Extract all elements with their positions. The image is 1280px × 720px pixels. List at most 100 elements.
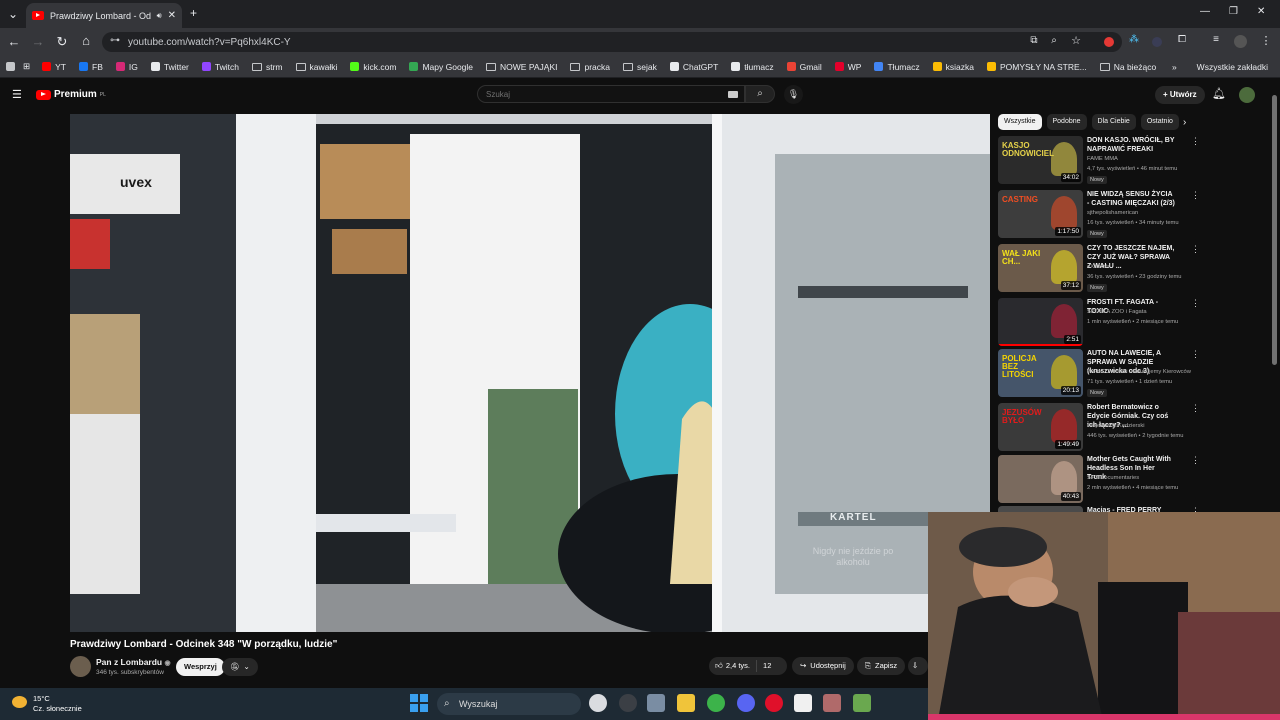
more-actions-icon[interactable]: ⋮ (1191, 244, 1200, 255)
video-thumbnail[interactable]: POLICJA BEZ LITOŚCI 20:13 (998, 349, 1083, 397)
extension-icon[interactable]: ⁂ (1124, 34, 1144, 45)
weather-widget[interactable]: 15°C Cz. słonecznie (33, 694, 82, 714)
app-taskbar-icon[interactable] (647, 694, 665, 712)
tab-active[interactable]: Prawdziwy Lombard - Odcinek 348 🔊︎ ✕ (26, 3, 182, 28)
reload-icon[interactable]: ↻ (52, 34, 72, 50)
more-actions-icon[interactable]: ⋮ (1191, 349, 1200, 360)
tab-search-icon[interactable]: ⌄ (8, 7, 18, 21)
chip-recent[interactable]: Ostatnio (1140, 114, 1179, 130)
video-thumbnail[interactable]: JEZUSÓW BYŁO 1:49:49 (998, 403, 1083, 451)
recommendation-item[interactable]: POLICJA BEZ LITOŚCI 20:13 AUTO NA LAWECIE,… (998, 349, 1200, 399)
channel-avatar[interactable] (70, 656, 91, 677)
chips-next-icon[interactable]: › (1183, 117, 1186, 128)
more-actions-icon[interactable]: ⋮ (1191, 298, 1200, 309)
more-actions-icon[interactable]: ⋮ (1191, 455, 1200, 466)
address-bar[interactable]: ⊶ youtube.com/watch?v=Pq6hxl4KC-Y (102, 32, 1122, 52)
back-icon[interactable]: ← (4, 34, 24, 49)
bookmark-item[interactable]: IG (115, 62, 138, 72)
photo-taskbar-icon[interactable] (823, 694, 841, 712)
close-window-icon[interactable]: ✕ (1257, 6, 1265, 17)
cast-icon[interactable]: ⧉ (1024, 35, 1044, 46)
more-actions-icon[interactable]: ⋮ (1191, 136, 1200, 147)
download-button[interactable]: ⇩ (908, 657, 928, 675)
chip-for-you[interactable]: Dla Ciebie (1091, 114, 1136, 130)
extension-record-icon[interactable] (1104, 37, 1114, 47)
support-button[interactable]: Wesprzyj (176, 658, 225, 676)
minimize-icon[interactable]: — (1200, 6, 1210, 17)
youtube-logo[interactable]: Premium PL (36, 89, 106, 100)
bookmark-item[interactable]: NOWE PAJĄKI (486, 62, 557, 72)
save-button[interactable]: ⎘ Zapisz (857, 657, 906, 675)
search-button[interactable]: ⌕ (745, 85, 775, 103)
sidebar-toggle-icon[interactable] (6, 62, 15, 71)
bookmark-item[interactable]: ksiazka (932, 62, 974, 72)
bookmark-item[interactable]: Mapy Google (409, 62, 473, 72)
bookmark-item[interactable]: sejak (623, 62, 657, 72)
channel-name[interactable]: Pan z Lombardu ◉ (96, 657, 171, 667)
file-explorer-taskbar-icon[interactable] (677, 694, 695, 712)
extensions-puzzle-icon[interactable]: ⧠ (1172, 34, 1192, 45)
guide-menu-icon[interactable]: ☰ (12, 88, 22, 101)
bookmark-item[interactable]: tłumacz (731, 62, 774, 72)
voice-search-button[interactable]: 🎙︎ (784, 85, 803, 104)
recommendation-item[interactable]: WAŁ JAKI CH... 37:12 CZY TO JESZCZE NAJEM,… (998, 244, 1200, 294)
bookmark-item[interactable]: kick.com (350, 62, 396, 72)
recommendation-item[interactable]: 2:51 FROSTI FT. FAGATA - TOXIC SPÓŁKA ZOO … (998, 298, 1200, 348)
all-bookmarks[interactable]: » Wszystkie zakładki (1172, 56, 1268, 78)
subscribed-bell-button[interactable]: 🔕︎ ⌄ (222, 658, 258, 676)
keyboard-icon[interactable] (728, 91, 738, 98)
bookmark-item[interactable]: pracka (570, 62, 610, 72)
maximize-icon[interactable]: ❐ (1229, 6, 1238, 17)
obs-taskbar-icon[interactable] (619, 694, 637, 712)
create-button[interactable]: + Utwórz (1155, 86, 1205, 104)
taskbar-search[interactable]: ⌕ Wyszukaj (437, 693, 581, 715)
more-actions-icon[interactable]: ⋮ (1191, 190, 1200, 201)
notifications-bell-icon[interactable]: 🔔︎ (1212, 87, 1226, 100)
more-bookmarks-icon[interactable]: » (1172, 62, 1177, 72)
like-button[interactable]: 👍︎ 2,4 tys. (715, 657, 750, 675)
chip-all[interactable]: Wszystkie (998, 114, 1042, 130)
bookmark-item[interactable]: kawałki (295, 62, 337, 72)
bookmark-item[interactable]: Gmail (786, 62, 822, 72)
bookmark-item[interactable]: POMYSŁY NA STRE... (986, 62, 1087, 72)
share-button[interactable]: ↪ Udostępnij (792, 657, 854, 675)
audio-icon[interactable]: 🔊︎ (157, 11, 162, 21)
page-scrollbar[interactable] (1272, 95, 1277, 365)
recommendation-item[interactable]: KASJO ODNOWICIEL 34:02 DON KASJO. WRÓCIŁ, … (998, 136, 1200, 186)
profile-avatar[interactable] (1234, 35, 1247, 48)
video-thumbnail[interactable]: 40:43 (998, 455, 1083, 503)
video-thumbnail[interactable]: 2:51 (998, 298, 1083, 346)
media-controls-icon[interactable]: ≡ (1206, 34, 1226, 45)
dislike-button[interactable]: 12 (763, 657, 771, 675)
extension-dark-icon[interactable] (1152, 37, 1162, 47)
shield-taskbar-icon[interactable] (707, 694, 725, 712)
opera-taskbar-icon[interactable] (765, 694, 783, 712)
search-input[interactable]: Szukaj (477, 85, 745, 103)
home-icon[interactable]: ⌂ (76, 33, 96, 48)
app2-taskbar-icon[interactable] (794, 694, 812, 712)
recommendation-item[interactable]: CASTING 1:17:50 NIE WIDZĄ SENSU ŻYCIA - CA… (998, 190, 1200, 240)
zoom-icon[interactable]: ⌕ (1044, 35, 1064, 46)
bookmark-item[interactable]: Twitch (201, 62, 239, 72)
video-thumbnail[interactable]: WAŁ JAKI CH... 37:12 (998, 244, 1083, 292)
discord-taskbar-icon[interactable] (737, 694, 755, 712)
bookmark-item[interactable]: WP (834, 62, 861, 72)
close-tab-icon[interactable]: ✕ (168, 10, 176, 21)
bookmark-item[interactable]: Tłumacz (874, 62, 920, 72)
windows-start-icon[interactable] (410, 694, 428, 712)
chrome-taskbar-icon[interactable] (589, 694, 607, 712)
new-tab-icon[interactable]: + (190, 6, 197, 20)
app3-taskbar-icon[interactable] (853, 694, 871, 712)
site-info-icon[interactable]: ⊶ (110, 35, 120, 46)
bookmark-item[interactable]: FB (79, 62, 103, 72)
forward-icon[interactable]: → (28, 34, 48, 49)
bookmark-item[interactable]: YT (42, 62, 66, 72)
video-thumbnail[interactable]: KASJO ODNOWICIEL 34:02 (998, 136, 1083, 184)
bookmark-item[interactable]: ChatGPT (669, 62, 718, 72)
bookmark-item[interactable]: strm (251, 62, 283, 72)
account-avatar[interactable] (1239, 87, 1255, 103)
browser-menu-icon[interactable]: ⋮ (1256, 34, 1276, 47)
bookmark-star-icon[interactable]: ☆ (1066, 34, 1086, 47)
recommendation-item[interactable]: 40:43 Mother Gets Caught With Headless So… (998, 455, 1200, 505)
recommendation-item[interactable]: JEZUSÓW BYŁO 1:49:49 Robert Bernatowicz o … (998, 403, 1200, 453)
